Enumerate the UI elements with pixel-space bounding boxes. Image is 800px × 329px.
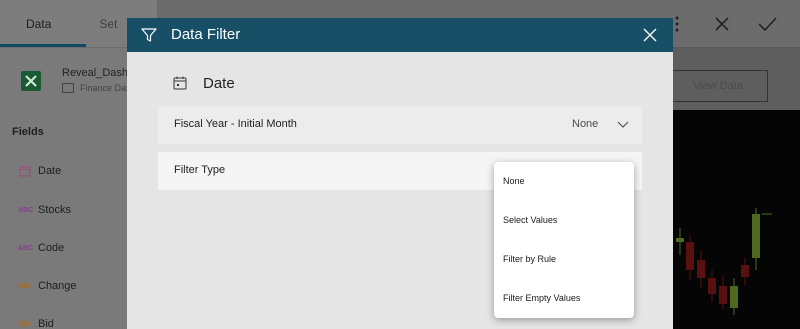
menu-item-filter-by-rule[interactable]: Filter by Rule [494, 240, 634, 279]
number-type-badge: 123 [18, 320, 30, 328]
filter-field-title: Date [173, 72, 235, 94]
close-icon[interactable] [712, 14, 732, 34]
date-field-icon [19, 166, 31, 177]
filter-icon [141, 28, 157, 42]
filter-type-label: Filter Type [174, 164, 226, 176]
active-tab-indicator [0, 44, 86, 47]
field-change[interactable]: 123 Change [18, 278, 77, 294]
text-type-badge: ABC [18, 206, 34, 214]
field-bid[interactable]: 123 Bid [18, 316, 54, 329]
fields-heading: Fields [12, 126, 44, 138]
chart-preview [668, 110, 800, 329]
menu-item-none[interactable]: None [494, 162, 634, 201]
field-label: Change [38, 280, 77, 292]
more-options-icon[interactable] [675, 16, 679, 32]
view-data-button[interactable]: View Data [668, 70, 768, 102]
dialog-header: Data Filter [127, 18, 673, 52]
datasource-subtitle: Finance Das [80, 83, 131, 93]
fiscal-year-value: None [572, 118, 599, 130]
field-label: Stocks [38, 204, 72, 216]
field-date[interactable]: Date [18, 163, 61, 179]
number-type-badge: 123 [18, 282, 30, 290]
close-icon[interactable] [643, 28, 657, 42]
table-icon [62, 83, 74, 93]
field-label: Date [38, 165, 62, 177]
field-name: Date [203, 74, 235, 92]
field-label: Code [38, 242, 65, 254]
field-stocks[interactable]: ABC Stocks [18, 202, 71, 218]
excel-icon [21, 71, 41, 91]
fiscal-year-select[interactable]: Fiscal Year - Initial Month None [158, 106, 642, 144]
fiscal-year-label: Fiscal Year - Initial Month [174, 118, 297, 130]
checkmark-icon[interactable] [756, 14, 778, 34]
dialog-title: Data Filter [171, 26, 241, 43]
candlestick-chart [676, 208, 772, 315]
menu-item-filter-empty-values[interactable]: Filter Empty Values [494, 279, 634, 318]
filter-type-dropdown: None Select Values Filter by Rule Filter… [494, 162, 634, 318]
datasource-name: Reveal_Dashb [62, 67, 135, 79]
field-label: Bid [38, 318, 54, 329]
chevron-down-icon [617, 121, 629, 128]
text-type-badge: ABC [18, 244, 34, 252]
calendar-icon [173, 76, 187, 90]
tab-data[interactable]: Data [0, 0, 77, 48]
menu-item-select-values[interactable]: Select Values [494, 201, 634, 240]
field-code[interactable]: ABC Code [18, 240, 64, 256]
